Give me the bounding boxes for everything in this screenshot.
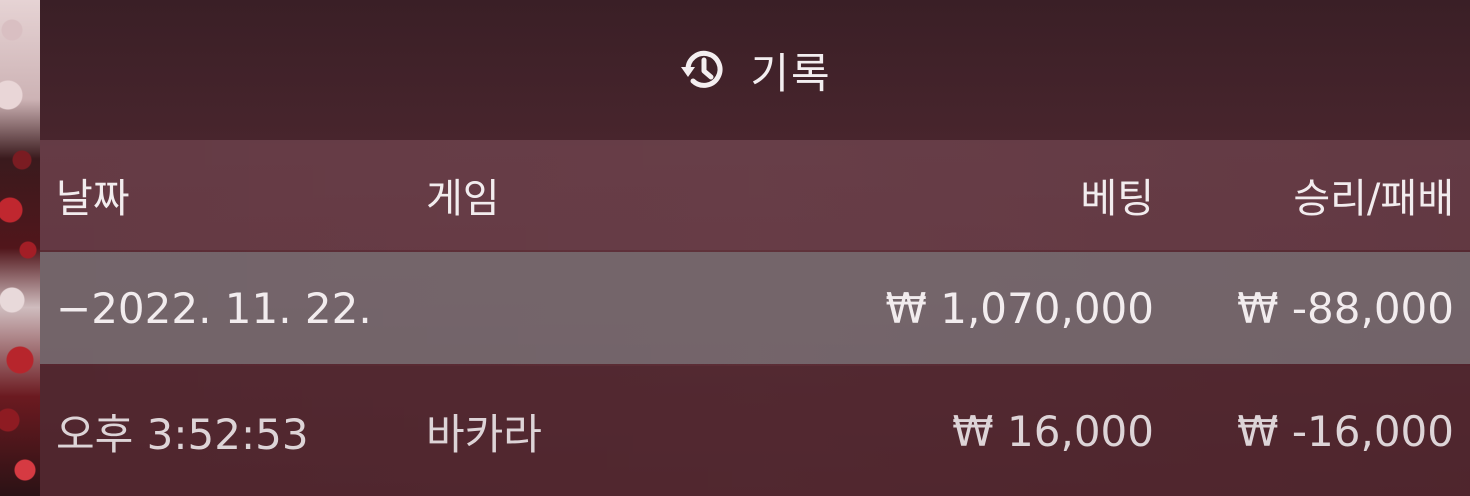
row-time: 오후 3:52:53: [56, 409, 309, 459]
row-result: ₩ -16,000: [1237, 406, 1454, 456]
history-icon: [678, 45, 728, 95]
row-bet: ₩ 16,000: [952, 406, 1154, 456]
title-bar: 기록: [40, 0, 1470, 140]
page-title: 기록: [750, 48, 832, 98]
row-game: 바카라: [426, 409, 542, 459]
table-row-date-group[interactable]: −2022. 11. 22. ₩ 1,070,000 ₩ -88,000: [40, 252, 1470, 364]
table-row[interactable]: 오후 3:52:53 바카라 ₩ 16,000 ₩ -16,000: [40, 366, 1470, 496]
row-result: ₩ -88,000: [1237, 283, 1454, 333]
column-header-result: 승리/패배: [1293, 176, 1454, 222]
floral-background-strip: [0, 0, 40, 496]
row-date: −2022. 11. 22.: [56, 283, 372, 333]
history-screen: 기록 날짜 게임 베팅 승리/패배 −2022. 11. 22. ₩ 1,070…: [0, 0, 1470, 496]
title-group: 기록: [678, 40, 831, 101]
history-panel: 기록 날짜 게임 베팅 승리/패배 −2022. 11. 22. ₩ 1,070…: [40, 0, 1470, 496]
row-bet: ₩ 1,070,000: [885, 283, 1154, 333]
column-header-game: 게임: [426, 176, 500, 222]
column-header-bet: 베팅: [1080, 176, 1154, 222]
column-header-date: 날짜: [56, 176, 130, 222]
table-header: 날짜 게임 베팅 승리/패배: [40, 140, 1470, 250]
